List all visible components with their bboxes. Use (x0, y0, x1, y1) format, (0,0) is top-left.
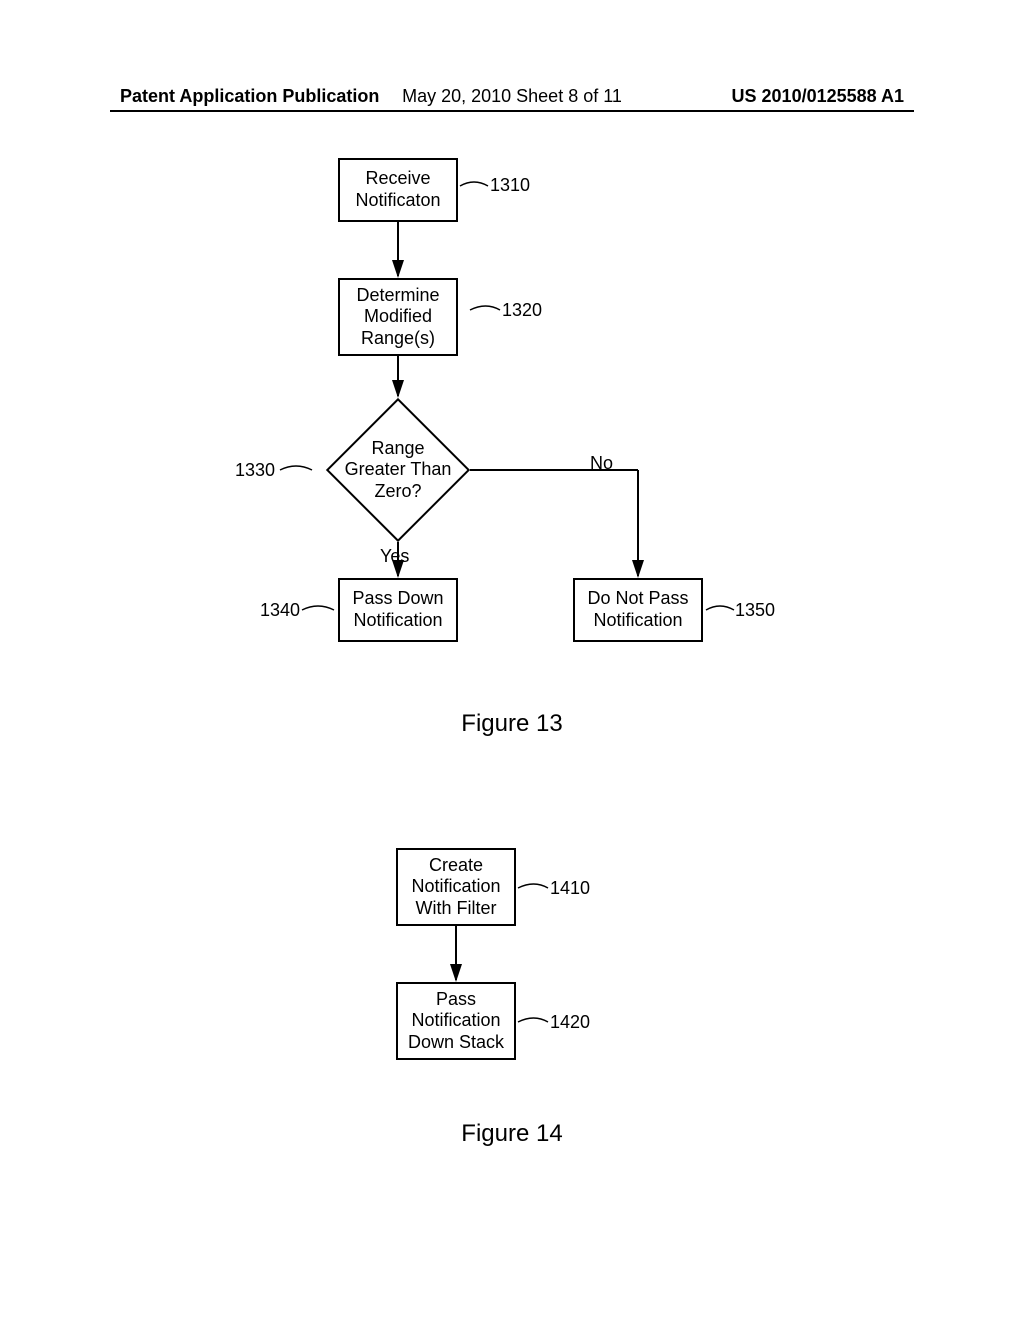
box-1340-text: Pass Down Notification (352, 588, 443, 631)
label-1420: 1420 (550, 1012, 590, 1033)
box-1350: Do Not Pass Notification (573, 578, 703, 642)
box-1350-text: Do Not Pass Notification (587, 588, 688, 631)
label-1340: 1340 (260, 600, 300, 621)
header-center: May 20, 2010 Sheet 8 of 11 (402, 86, 622, 107)
box-1340: Pass Down Notification (338, 578, 458, 642)
box-1410-text: Create Notification With Filter (411, 855, 500, 920)
label-1310: 1310 (490, 175, 530, 196)
diamond-1330-text: Range Greater Than Zero? (320, 430, 476, 510)
label-1410: 1410 (550, 878, 590, 899)
label-1330: 1330 (235, 460, 275, 481)
header-rule (110, 110, 914, 112)
box-1410: Create Notification With Filter (396, 848, 516, 926)
box-1320: Determine Modified Range(s) (338, 278, 458, 356)
box-1310-text: Receive Notificaton (355, 168, 440, 211)
label-no: No (590, 453, 613, 474)
label-1350: 1350 (735, 600, 775, 621)
box-1420-text: Pass Notification Down Stack (408, 989, 504, 1054)
header-right: US 2010/0125588 A1 (732, 86, 904, 107)
box-1310: Receive Notificaton (338, 158, 458, 222)
figure-14-title: Figure 14 (0, 1120, 1024, 1148)
header-left: Patent Application Publication (120, 86, 379, 107)
label-1320: 1320 (502, 300, 542, 321)
label-yes: Yes (380, 546, 409, 567)
diagram-canvas: Receive Notificaton 1310 Determine Modif… (0, 130, 1024, 1320)
box-1420: Pass Notification Down Stack (396, 982, 516, 1060)
figure-13-title: Figure 13 (0, 710, 1024, 738)
box-1320-text: Determine Modified Range(s) (356, 285, 439, 350)
